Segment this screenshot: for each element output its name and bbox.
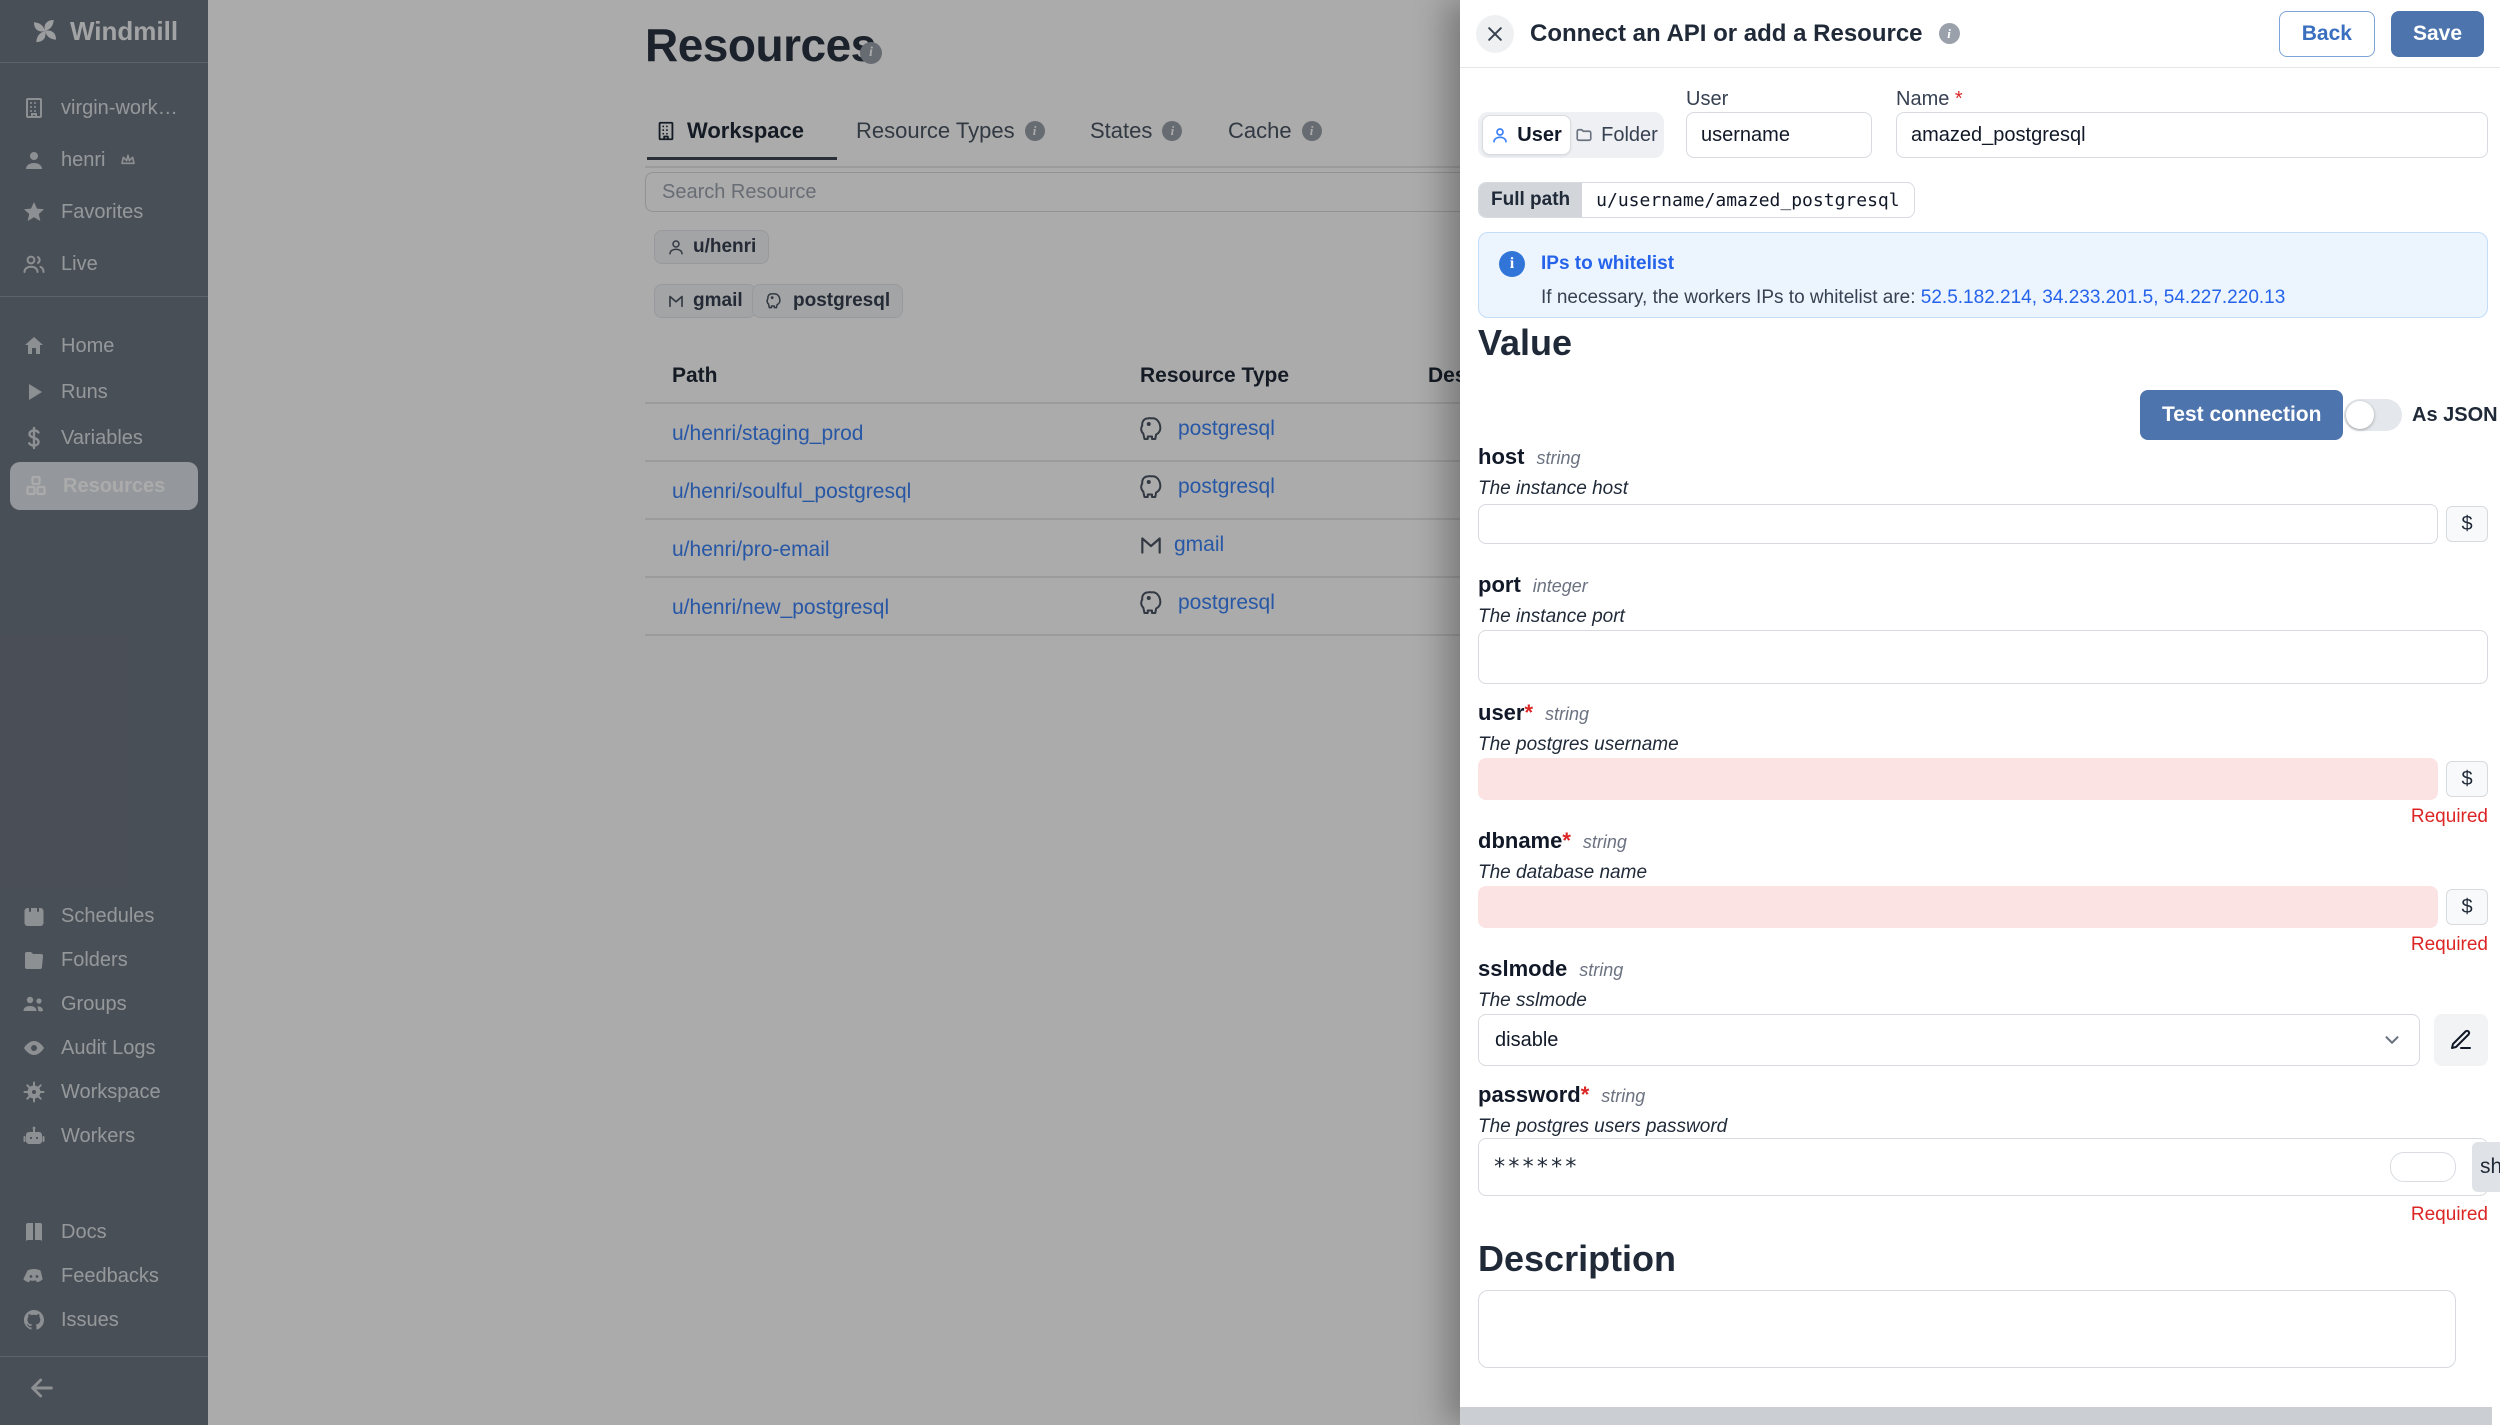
person-icon — [1491, 126, 1509, 144]
app-root: Resources i Workspace Resource Types i S… — [0, 0, 2500, 1425]
full-path-value: u/username/amazed_postgresql — [1596, 189, 1900, 211]
pencil-icon — [2449, 1028, 2473, 1052]
field-name-user: user* string — [1478, 700, 1590, 725]
horizontal-scrollbar[interactable] — [1460, 1407, 2492, 1425]
required-hint: Required — [2410, 934, 2488, 955]
as-json-label: As JSON — [2412, 404, 2498, 426]
chevron-down-icon — [2381, 1029, 2403, 1051]
full-path-display: Full path u/username/amazed_postgresql — [1478, 182, 1915, 218]
password-autofill-pill[interactable] — [2390, 1152, 2456, 1182]
segment-folder[interactable]: Folder — [1573, 116, 1660, 154]
field-type: string — [1536, 448, 1581, 468]
show-password-button[interactable]: sh — [2472, 1142, 2500, 1192]
close-icon — [1485, 24, 1505, 44]
field-type: string — [1601, 1086, 1646, 1106]
sslmode-select[interactable]: disable — [1478, 1014, 2420, 1066]
whitelist-ips[interactable]: 52.5.182.214, 34.233.201.5, 54.227.220.1… — [1921, 287, 2286, 308]
field-type: string — [1582, 832, 1627, 852]
toggle-knob — [2346, 401, 2374, 429]
username-input[interactable] — [1686, 112, 1872, 158]
ips-whitelist-alert: i IPs to whitelist If necessary, the wor… — [1478, 232, 2488, 318]
value-section-heading: Value — [1478, 322, 1573, 363]
required-asterisk: * — [1524, 700, 1534, 725]
back-button[interactable]: Back — [2278, 10, 2375, 57]
password-masked-value: ****** — [1493, 1154, 1579, 1180]
user-variable-picker-button[interactable]: $ — [2446, 761, 2488, 797]
resource-name-input[interactable] — [1896, 112, 2488, 158]
save-button[interactable]: Save — [2390, 10, 2484, 57]
password-input[interactable]: ****** — [1478, 1138, 2488, 1196]
field-type: string — [1545, 704, 1590, 724]
field-name-port: port integer — [1478, 572, 1588, 597]
dbname-variable-picker-button[interactable]: $ — [2446, 889, 2488, 925]
description-section-heading: Description — [1478, 1238, 1677, 1279]
field-type: string — [1579, 960, 1624, 980]
field-desc-dbname: The database name — [1478, 862, 1648, 883]
resource-drawer: Connect an API or add a Resource i Back … — [1460, 0, 2500, 1425]
segment-user[interactable]: User — [1482, 115, 1571, 155]
field-desc-port: The instance port — [1478, 606, 1625, 627]
folder-icon — [1575, 126, 1593, 144]
dbname-input[interactable] — [1478, 886, 2438, 928]
full-path-badge: Full path — [1479, 183, 1583, 217]
sslmode-edit-button[interactable] — [2434, 1014, 2488, 1066]
required-asterisk: * — [1954, 88, 1963, 110]
field-name-host: host string — [1478, 444, 1581, 469]
user-field-label: User — [1686, 88, 1729, 110]
field-desc-sslmode: The sslmode — [1478, 990, 1587, 1011]
drawer-header: Connect an API or add a Resource i Back … — [1460, 0, 2500, 68]
info-icon: i — [1499, 251, 1525, 277]
field-desc-host: The instance host — [1478, 478, 1628, 499]
required-asterisk: * — [1580, 1082, 1590, 1107]
drawer-title: Connect an API or add a Resource — [1530, 19, 1923, 47]
alert-title: IPs to whitelist — [1541, 253, 1675, 274]
alert-body: If necessary, the workers IPs to whiteli… — [1541, 287, 2286, 308]
close-drawer-button[interactable] — [1476, 14, 1514, 53]
required-asterisk: * — [1562, 828, 1571, 853]
host-input[interactable] — [1478, 504, 2438, 544]
drawer-title-info-icon[interactable]: i — [1938, 23, 1960, 44]
modal-overlay[interactable] — [0, 0, 1460, 1425]
required-hint: Required — [2410, 806, 2488, 827]
description-textarea[interactable] — [1478, 1290, 2456, 1368]
field-name-sslmode: sslmode string — [1478, 956, 1624, 981]
user-input[interactable] — [1478, 758, 2438, 800]
field-desc-password: The postgres users password — [1478, 1116, 1728, 1137]
name-field-label: Name * — [1896, 88, 1963, 110]
host-variable-picker-button[interactable]: $ — [2446, 506, 2488, 542]
field-name-password: password* string — [1478, 1082, 1646, 1107]
field-desc-user: The postgres username — [1478, 734, 1679, 755]
test-connection-button[interactable]: Test connection — [2140, 390, 2344, 440]
field-type: integer — [1532, 576, 1588, 596]
required-hint: Required — [2410, 1204, 2488, 1225]
field-name-dbname: dbname* string — [1478, 828, 1627, 853]
port-input[interactable] — [1478, 630, 2488, 684]
owner-kind-segmented-control: User Folder — [1478, 112, 1664, 158]
as-json-toggle[interactable] — [2344, 399, 2402, 431]
sslmode-selected-value: disable — [1495, 1028, 1559, 1051]
